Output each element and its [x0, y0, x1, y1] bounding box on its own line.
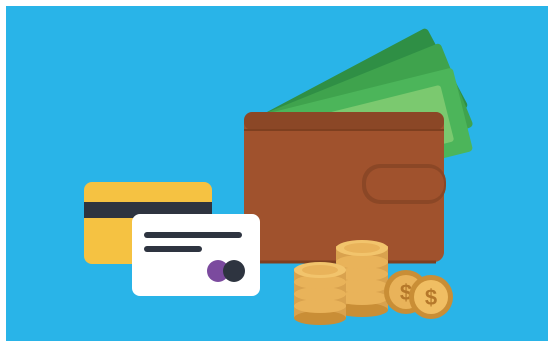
wallet-icon	[244, 112, 446, 264]
svg-text:$: $	[425, 285, 437, 310]
wallet-illustration: $ $	[6, 6, 548, 341]
dollar-coin-icon: $	[409, 275, 453, 319]
credit-card-icon	[132, 214, 260, 296]
illustration-scene: $ $	[6, 6, 548, 341]
image-frame: $ $	[0, 0, 555, 347]
